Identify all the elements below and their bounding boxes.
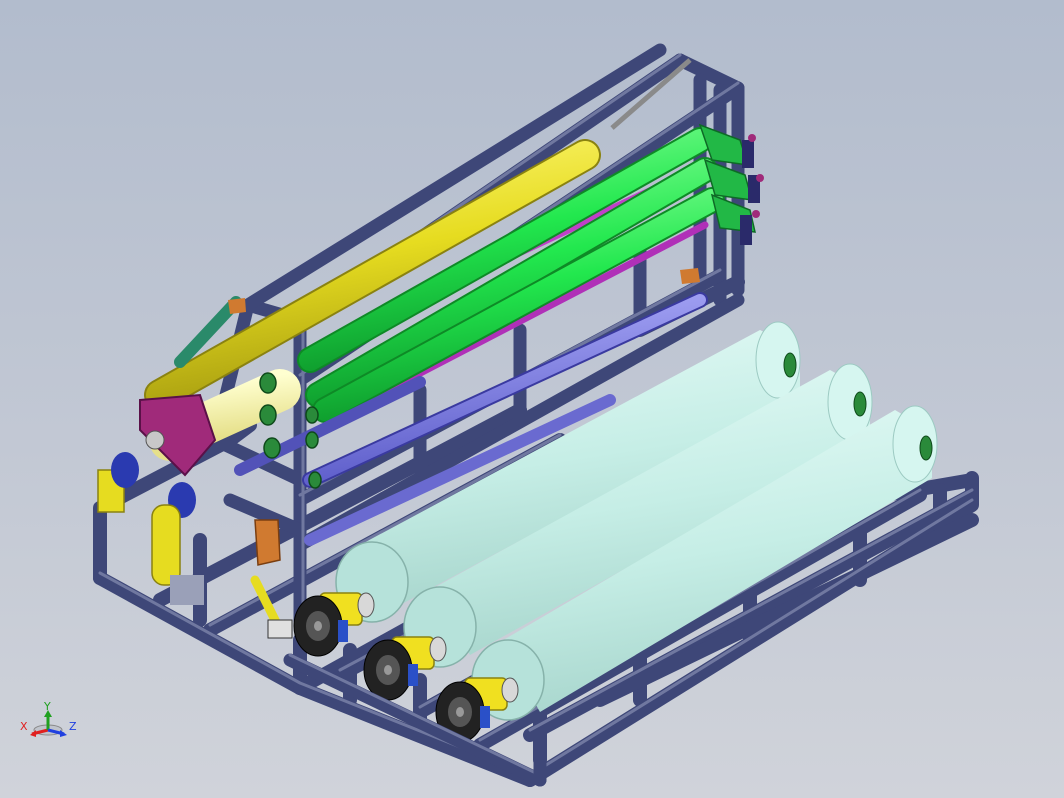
y-axis-label: Y bbox=[43, 700, 51, 713]
drive-unit-2 bbox=[363, 636, 447, 701]
winding-machine-model[interactable] bbox=[0, 0, 1064, 798]
x-axis-label: X bbox=[20, 720, 28, 733]
cad-viewport[interactable]: X Y Z bbox=[0, 0, 1064, 798]
axis-triad[interactable]: X Y Z bbox=[14, 700, 84, 750]
z-axis-label: Z bbox=[69, 720, 77, 733]
